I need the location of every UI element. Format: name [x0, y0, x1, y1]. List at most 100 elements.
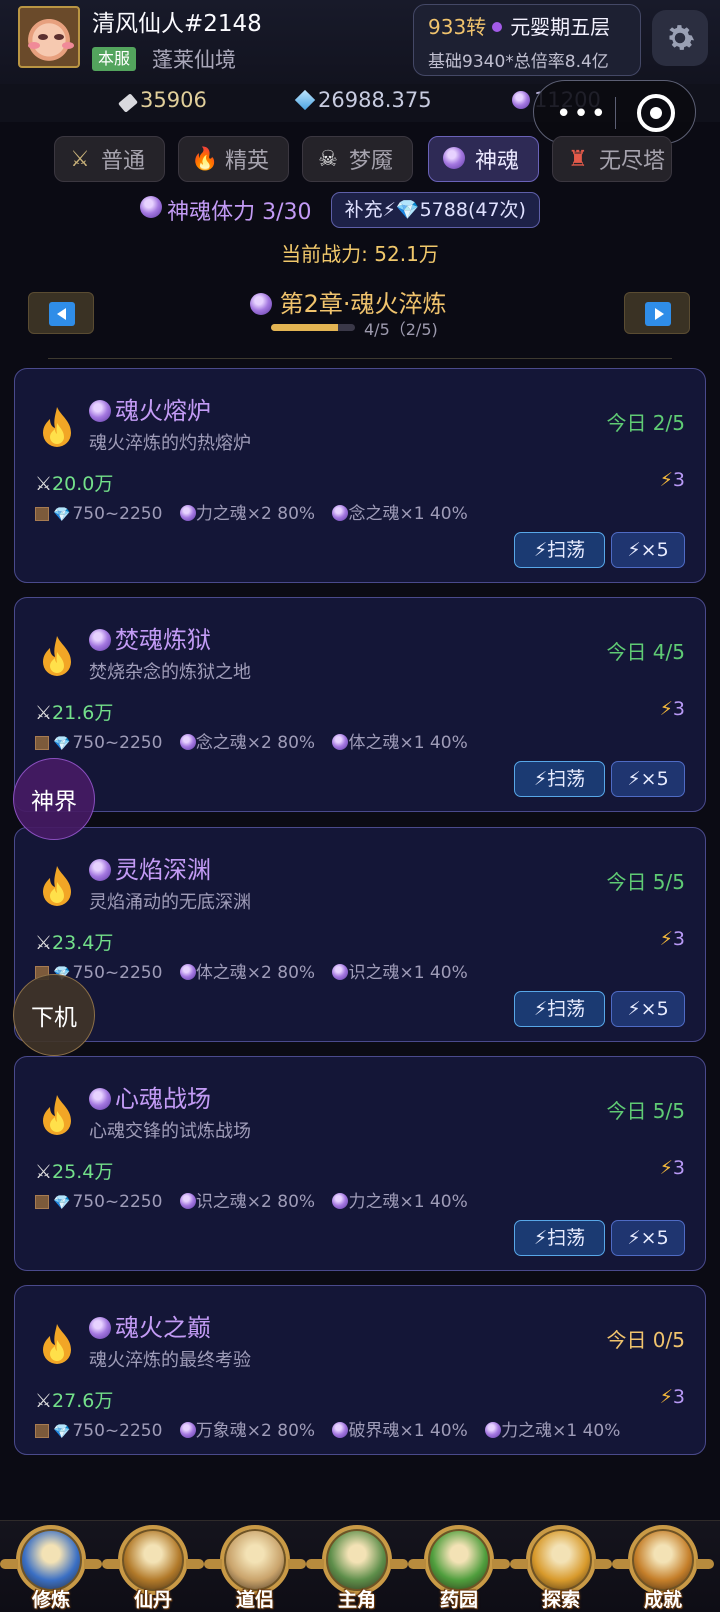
- avatar-cheek-left: [28, 42, 40, 49]
- soul-orb-icon: [332, 1422, 349, 1438]
- miniprogram-capsule: •••: [533, 80, 696, 144]
- nav-herb-garden[interactable]: 药园: [408, 1521, 510, 1612]
- chest-icon: [35, 736, 49, 750]
- lightning-icon: ⚡: [659, 1157, 673, 1179]
- soul-orb-icon: [332, 505, 349, 521]
- tab-normal[interactable]: ⚔ 普通: [54, 136, 165, 182]
- stage-power: ⚔21.6万: [35, 698, 113, 725]
- tab-endless-tower[interactable]: ♜ 无尽塔: [552, 136, 672, 182]
- nav-hero[interactable]: 主角: [306, 1521, 408, 1612]
- prev-chapter-button[interactable]: [28, 292, 94, 334]
- sweep-x5-button[interactable]: ⚡×5: [611, 1220, 685, 1256]
- realm-dot-icon: [492, 22, 503, 32]
- tab-divine-soul[interactable]: 神魂: [428, 136, 539, 182]
- sweep-x5-button[interactable]: ⚡×5: [611, 991, 685, 1027]
- soul-orb-icon: [140, 195, 162, 218]
- stage-card: 灵焰深渊 灵焰涌动的无底深渊 今日 5/5 ⚔23.4万 ⚡3 💎750~225…: [14, 827, 706, 1042]
- fire-icon: 🔥: [191, 146, 219, 172]
- stage-power: ⚔20.0万: [35, 469, 113, 496]
- chapter-navigator: 第2章·魂火淬炼 4/5（2/5): [0, 284, 720, 344]
- cultivation-rank-panel[interactable]: 933转 元婴期五层 基础9340*总倍率8.4亿: [413, 4, 641, 76]
- stage-description: 灵焰涌动的无底深渊: [89, 892, 251, 913]
- soul-orb-icon: [179, 1193, 196, 1209]
- crossed-swords-icon: ⚔: [35, 932, 53, 954]
- flame-icon: [43, 636, 71, 676]
- sweep-button[interactable]: ⚡扫荡: [514, 532, 605, 568]
- reward-gems: 750~2250: [72, 1192, 163, 1212]
- base-stats-line: 基础9340*总倍率8.4亿: [428, 52, 609, 72]
- stage-cost: ⚡3: [660, 1386, 685, 1408]
- logout-button[interactable]: 下机: [13, 974, 95, 1056]
- player-avatar[interactable]: [18, 6, 80, 68]
- stage-power-value: 23.4万: [52, 932, 114, 954]
- soul-orb-icon: [89, 1317, 111, 1339]
- stage-title: 焚魂炼狱: [89, 620, 211, 655]
- daily-count: 今日 4/5: [606, 640, 685, 664]
- reward-list: 💎 750~2250 念之魂×2 80% 体之魂×1 40%: [35, 728, 480, 753]
- soul-orb-icon: [179, 1422, 196, 1438]
- stage-description: 魂火淬炼的最终考验: [89, 1350, 251, 1371]
- nav-label: 主角: [337, 1589, 376, 1611]
- stage-name: 焚魂炼狱: [115, 626, 211, 654]
- tab-elite[interactable]: 🔥 精英: [178, 136, 289, 182]
- reward-soul-2: 力之魂×1 40%: [348, 1192, 468, 1212]
- stage-cost: ⚡3: [660, 698, 685, 720]
- stage-power-value: 21.6万: [52, 702, 114, 724]
- settings-button[interactable]: [652, 10, 708, 66]
- crossed-swords-icon: ⚔: [35, 1390, 53, 1412]
- stage-name: 魂火熔炉: [115, 397, 211, 425]
- stamina-row: 神魂体力 3/30 补充⚡💎5788(47次): [140, 192, 540, 230]
- diamond-icon: 💎: [53, 1195, 71, 1211]
- stage-title: 魂火熔炉: [89, 391, 211, 426]
- diamond-icon: 💎: [53, 1424, 71, 1440]
- stage-power: ⚔27.6万: [35, 1386, 113, 1413]
- nav-companion[interactable]: 道侣: [204, 1521, 306, 1612]
- stage-description: 心魂交锋的试炼战场: [89, 1121, 251, 1142]
- stage-card: 魂火之巅 魂火淬炼的最终考验 今日 0/5 ⚔27.6万 ⚡3 💎 750~225…: [14, 1285, 706, 1455]
- tab-elite-label: 精英: [225, 149, 270, 174]
- reward-soul-2: 体之魂×1 40%: [348, 733, 468, 753]
- stage-power-value: 27.6万: [52, 1390, 114, 1412]
- ticket-amount: 35906: [140, 88, 207, 112]
- nav-cultivate[interactable]: 修炼: [0, 1521, 102, 1612]
- sweep-button[interactable]: ⚡扫荡: [514, 1220, 605, 1256]
- chapter-title-text: 第2章·魂火淬炼: [279, 290, 447, 318]
- nav-label: 仙丹: [133, 1589, 172, 1611]
- reward-list: 💎 750~2250 力之魂×2 80% 念之魂×1 40%: [35, 499, 480, 524]
- player-name: 清风仙人#2148: [92, 11, 262, 37]
- chapter-progress-bar: [271, 324, 355, 331]
- stage-title: 灵焰深渊: [89, 850, 211, 885]
- rank-summary: 933转 元婴期五层: [428, 11, 610, 40]
- crossed-swords-icon: ⚔: [35, 473, 53, 495]
- stage-name: 灵焰深渊: [115, 856, 211, 884]
- turn-count: 933转: [428, 15, 487, 39]
- nav-achievement[interactable]: 成就: [612, 1521, 714, 1612]
- tab-nightmare[interactable]: ☠ 梦魇: [302, 136, 413, 182]
- divine-realm-button[interactable]: 神界: [13, 758, 95, 840]
- soul-orb-icon: [89, 1088, 111, 1110]
- stage-cost-value: 3: [672, 1157, 685, 1179]
- diamond-icon: 💎: [53, 736, 71, 752]
- more-menu-icon[interactable]: •••: [556, 99, 608, 129]
- chest-icon: [35, 507, 49, 521]
- soul-orb-icon: [89, 859, 111, 881]
- sweep-x5-button[interactable]: ⚡×5: [611, 532, 685, 568]
- capsule-separator: [615, 97, 616, 129]
- refill-stamina-button[interactable]: 补充⚡💎5788(47次): [330, 192, 540, 228]
- reward-soul-1: 万象魂×2 80%: [195, 1421, 316, 1441]
- nav-explore[interactable]: 探索: [510, 1521, 612, 1612]
- close-target-icon[interactable]: [637, 94, 675, 132]
- next-chapter-button[interactable]: [624, 292, 690, 334]
- avatar-eye-left: [38, 34, 48, 40]
- diamond-icon: [294, 89, 316, 111]
- daily-count: 今日 0/5: [606, 1328, 685, 1352]
- daily-count: 今日 5/5: [606, 870, 685, 894]
- ticket-icon: [118, 93, 138, 113]
- sweep-button[interactable]: ⚡扫荡: [514, 991, 605, 1027]
- sweep-button[interactable]: ⚡扫荡: [514, 761, 605, 797]
- sweep-x5-button[interactable]: ⚡×5: [611, 761, 685, 797]
- reward-gems: 750~2250: [72, 504, 163, 524]
- reward-list: 💎750~2250 体之魂×2 80% 识之魂×1 40%: [35, 958, 480, 983]
- server-badge: 本服: [92, 47, 137, 71]
- nav-elixir[interactable]: 仙丹: [102, 1521, 204, 1612]
